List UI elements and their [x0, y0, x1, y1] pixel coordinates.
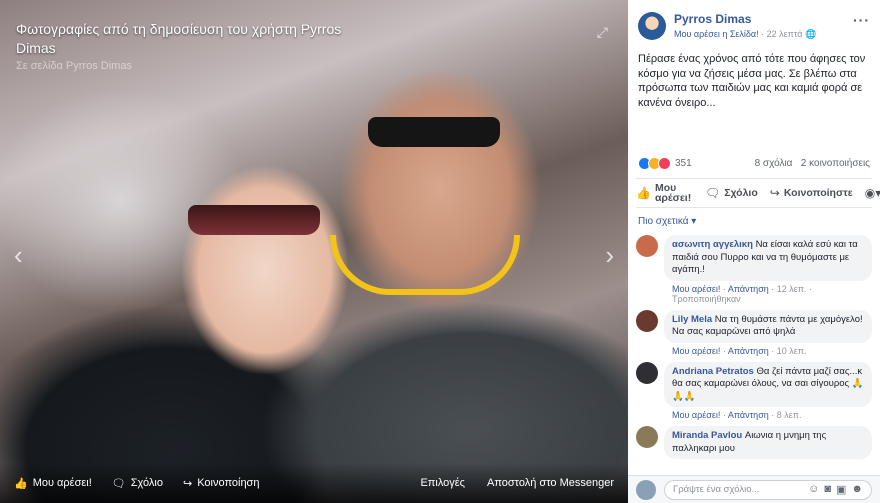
- comment-like-link[interactable]: Μου αρέσει!: [672, 346, 720, 356]
- comment-input-placeholder: Γράψτε ένα σχόλιο...: [673, 484, 760, 495]
- comment-reply-link[interactable]: Απάντηση: [728, 284, 769, 294]
- author-avatar[interactable]: [638, 12, 666, 40]
- comment-button[interactable]: 🗨 Σχόλιο: [705, 186, 758, 200]
- post-text: Πέρασε ένας χρόνος από τότε που άφησες τ…: [638, 53, 866, 109]
- reaction-profile-selector[interactable]: ◉▾: [865, 186, 880, 200]
- thumbs-up-icon: 👍: [636, 186, 651, 200]
- commenter-avatar[interactable]: [636, 309, 658, 332]
- share-button-label: Κοινοποίηστε: [783, 187, 853, 199]
- comment-icon: 🗨: [111, 477, 126, 490]
- comment-composer: Γράψτε ένα σχόλιο... ☺ ◙ ▣ ☻: [628, 475, 880, 503]
- comment-item: Miranda Pavlou Αιωνια η μνημη της παλληκ…: [636, 426, 872, 459]
- share-button[interactable]: ↪ Κοινοποίηστε: [770, 186, 853, 200]
- comment-edited[interactable]: Τροποποιήθηκαν: [672, 294, 741, 304]
- next-photo-button[interactable]: ›: [605, 240, 614, 271]
- comment-reply-link[interactable]: Απάντηση: [728, 346, 769, 356]
- send-messenger-button[interactable]: Αποστολή στο Messenger: [487, 477, 614, 489]
- author-name[interactable]: Pyrros Dimas: [674, 12, 853, 26]
- post-sidebar: Pyrros Dimas Μου αρέσει η Σελίδα! · 22 λ…: [628, 0, 880, 503]
- comment-item: Andriana Petratos Θα ζεί πάντα μαζί σας.…: [636, 361, 872, 420]
- photo-comment-button[interactable]: 🗨 Σχόλιο: [112, 477, 163, 490]
- thumbs-up-icon: 👍: [14, 477, 28, 490]
- comment-time[interactable]: 8 λεπ.: [777, 410, 802, 420]
- like-button-label: Μου αρέσει!: [654, 182, 692, 204]
- comments-list: ασωνιτη αγγελικη Να είσαι καλά εσύ και τ…: [628, 235, 880, 459]
- globe-icon: 🌐: [805, 29, 817, 39]
- share-icon: ↪: [183, 477, 193, 490]
- comment-time[interactable]: 12 λεπ.: [777, 284, 807, 294]
- photo-like-label: Μου αρέσει!: [32, 476, 92, 489]
- post-actions: 👍 Μου αρέσει! 🗨 Σχόλιο ↪ Κοινοποίηστε ◉▾: [636, 178, 880, 208]
- camera-icon[interactable]: ◙: [824, 483, 831, 496]
- expand-icon[interactable]: ⤢: [597, 24, 608, 41]
- commenter-name[interactable]: Lily Mela: [672, 314, 712, 325]
- share-icon: ↪: [769, 186, 780, 200]
- comment-item: Lily Mela Να τη θυμάστε πάντα με χαμόγελ…: [636, 309, 872, 356]
- photo-detail: [330, 235, 520, 295]
- shares-count[interactable]: 2 κοινοποιήσεις: [801, 158, 870, 169]
- photo-options-button[interactable]: Επιλογές: [420, 477, 465, 489]
- photo-share-label: Κοινοποίηση: [197, 477, 260, 489]
- commenter-avatar[interactable]: [636, 426, 658, 448]
- photo-share-button[interactable]: ↪ Κοινοποίηση: [183, 477, 259, 490]
- gif-icon[interactable]: ▣: [836, 483, 846, 496]
- previous-photo-button[interactable]: ‹: [14, 240, 23, 271]
- page-like-link[interactable]: Μου αρέσει η Σελίδα!: [674, 29, 759, 39]
- comments-count[interactable]: 8 σχόλια: [755, 158, 793, 169]
- more-options-icon[interactable]: ···: [853, 12, 870, 28]
- photo-action-bar: 👍 Μου αρέσει! 🗨 Σχόλιο ↪ Κοινοποίηση Επι…: [0, 463, 628, 503]
- photo-detail: [188, 205, 320, 235]
- commenter-name[interactable]: ασωνιτη αγγελικη: [672, 239, 753, 250]
- love-reaction-icon: [658, 156, 671, 170]
- post-time[interactable]: 22 λεπτά: [767, 29, 803, 39]
- profile-dropdown-icon: ◉▾: [864, 186, 880, 200]
- comment-button-label: Σχόλιο: [724, 187, 758, 199]
- post-header: Pyrros Dimas Μου αρέσει η Σελίδα! · 22 λ…: [628, 0, 880, 40]
- like-button[interactable]: 👍 Μου αρέσει!: [636, 182, 693, 204]
- comment-icon: 🗨: [704, 186, 721, 200]
- photo-like-button[interactable]: 👍 Μου αρέσει!: [14, 477, 92, 490]
- comment-time[interactable]: 10 λεπ.: [777, 346, 807, 356]
- photo-detail: [368, 117, 500, 147]
- photo-subtitle: Σε σελίδα Pyrros Dimas: [16, 60, 132, 72]
- comment-sort-dropdown[interactable]: Πιο σχετικά ▾: [628, 208, 880, 235]
- commenter-name[interactable]: Miranda Pavlou: [672, 430, 742, 441]
- comment-input[interactable]: Γράψτε ένα σχόλιο... ☺ ◙ ▣ ☻: [664, 479, 872, 500]
- sticker-icon[interactable]: ☻: [851, 483, 863, 496]
- comment-item: ασωνιτη αγγελικη Να είσαι καλά εσύ και τ…: [636, 235, 872, 304]
- comment-like-link[interactable]: Μου αρέσει!: [672, 410, 720, 420]
- commenter-name[interactable]: Andriana Petratos: [672, 366, 754, 377]
- reactions-summary[interactable]: 351: [638, 156, 692, 170]
- photo-title: Φωτογραφίες από τη δημοσίευση του χρήστη…: [16, 21, 342, 56]
- comment-reply-link[interactable]: Απάντηση: [728, 410, 769, 420]
- photo-comment-label: Σχόλιο: [130, 477, 163, 489]
- comment-like-link[interactable]: Μου αρέσει!: [672, 284, 720, 294]
- commenter-avatar[interactable]: [636, 235, 658, 257]
- reactions-count: 351: [675, 157, 692, 169]
- my-avatar: [636, 479, 656, 500]
- post-stats: 351 8 σχόλια 2 κοινοποιήσεις: [628, 152, 880, 174]
- photo-viewer[interactable]: Φωτογραφίες από τη δημοσίευση του χρήστη…: [0, 0, 628, 503]
- commenter-avatar[interactable]: [636, 361, 658, 384]
- emoji-icon[interactable]: ☺: [808, 483, 819, 496]
